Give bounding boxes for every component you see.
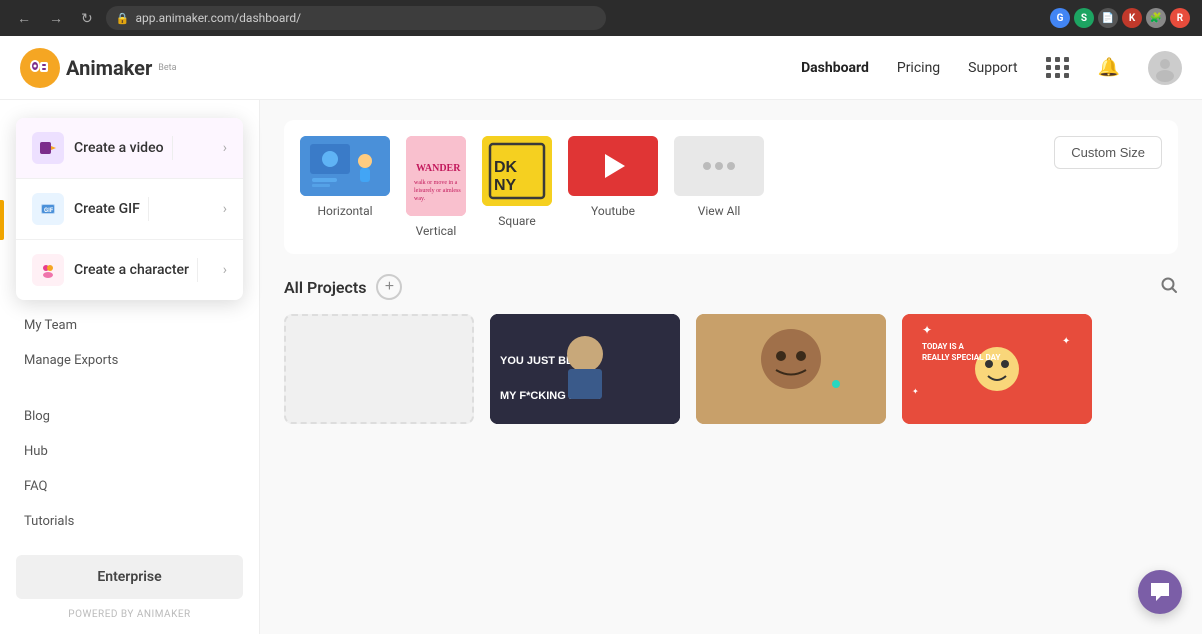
svg-text:REALLY SPECIAL DAY: REALLY SPECIAL DAY xyxy=(922,353,1000,362)
create-video-label: Create a video xyxy=(74,140,164,156)
create-character-label: Create a character xyxy=(74,262,189,278)
project-card-3[interactable]: ✦ ✦ ✦ TODAY IS A REALLY SPECIAL DAY xyxy=(902,314,1092,424)
templates-section: Horizontal WANDER walk or move in a leis… xyxy=(284,120,1178,254)
svg-text:WANDER: WANDER xyxy=(416,163,461,174)
dropdown-create-gif[interactable]: GIF Create GIF › xyxy=(16,179,243,240)
thumb-vertical: WANDER walk or move in a leisurely or ai… xyxy=(406,136,466,216)
logo-beta: Beta xyxy=(158,63,176,73)
projects-section: All Projects + xyxy=(284,274,1178,424)
create-character-arrow: › xyxy=(223,262,227,278)
browser-chrome: ← → ↻ 🔒 app.animaker.com/dashboard/ G S … xyxy=(0,0,1202,36)
custom-size-button[interactable]: Custom Size xyxy=(1054,136,1162,169)
template-square[interactable]: DK NY Square xyxy=(482,136,552,228)
svg-text:walk or move in a: walk or move in a xyxy=(414,180,458,186)
ext-puzzle: 🧩 xyxy=(1146,8,1166,28)
url-text: app.animaker.com/dashboard/ xyxy=(135,11,301,25)
sidebar: Create a video › GIF Create GIF xyxy=(0,100,260,634)
thumb-viewall xyxy=(674,136,764,196)
create-gif-label: Create GIF xyxy=(74,201,140,217)
template-vertical-label: Vertical xyxy=(416,224,457,238)
nav-pricing[interactable]: Pricing xyxy=(897,60,940,76)
svg-text:✦: ✦ xyxy=(1062,336,1070,347)
video-icon xyxy=(39,139,57,157)
navbar: Animaker Beta Dashboard Pricing Support … xyxy=(0,36,1202,100)
chat-bubble[interactable] xyxy=(1138,570,1182,614)
project-card-empty xyxy=(284,314,474,424)
template-vertical[interactable]: WANDER walk or move in a leisurely or ai… xyxy=(406,136,466,238)
template-square-label: Square xyxy=(498,214,535,228)
url-bar[interactable]: 🔒 app.animaker.com/dashboard/ xyxy=(106,6,606,30)
logo-icon xyxy=(20,48,60,88)
content-area: Create a video › GIF Create GIF xyxy=(0,100,1202,634)
svg-text:way.: way. xyxy=(414,196,426,202)
template-youtube-label: Youtube xyxy=(591,204,635,218)
thumb-horizontal xyxy=(300,136,390,196)
svg-text:TODAY IS A: TODAY IS A xyxy=(922,342,965,351)
template-horizontal-label: Horizontal xyxy=(317,204,372,218)
dropdown-create-character[interactable]: Create a character › xyxy=(16,240,243,300)
user-avatar[interactable] xyxy=(1148,51,1182,85)
template-horizontal[interactable]: Horizontal xyxy=(300,136,390,218)
search-icon[interactable] xyxy=(1160,276,1178,299)
template-youtube[interactable]: Youtube xyxy=(568,136,658,218)
svg-text:DK: DK xyxy=(494,159,518,176)
project-card-2[interactable] xyxy=(696,314,886,424)
nav-dashboard[interactable]: Dashboard xyxy=(801,60,869,76)
main-content: Create a video xyxy=(260,100,1202,634)
create-video-arrow: › xyxy=(223,140,227,156)
nav-support[interactable]: Support xyxy=(968,60,1017,76)
projects-header: All Projects + xyxy=(284,274,1178,300)
svg-text:NY: NY xyxy=(494,177,517,194)
logo-area[interactable]: Animaker Beta xyxy=(20,48,177,88)
svg-text:leisurely or aimless: leisurely or aimless xyxy=(414,188,461,194)
ext-r: R xyxy=(1170,8,1190,28)
ext-k: K xyxy=(1122,8,1142,28)
apps-grid-icon[interactable] xyxy=(1046,57,1070,78)
template-viewall-label: View All xyxy=(698,204,741,218)
logo-text: Animaker xyxy=(66,56,152,80)
sidebar-faq[interactable]: FAQ xyxy=(0,469,259,504)
projects-grid: YOU JUST BLEW MY F*CKING MIND! xyxy=(284,314,1178,424)
left-accent-bar xyxy=(0,200,4,240)
add-project-button[interactable]: + xyxy=(376,274,402,300)
dropdown-create-video[interactable]: Create a video › xyxy=(16,118,243,179)
gif-icon: GIF xyxy=(39,200,57,218)
svg-text:✦: ✦ xyxy=(912,387,919,396)
app-wrapper: Animaker Beta Dashboard Pricing Support … xyxy=(0,36,1202,634)
sidebar-my-team[interactable]: My Team xyxy=(0,308,259,343)
template-view-all[interactable]: View All xyxy=(674,136,764,218)
template-grid: Horizontal WANDER walk or move in a leis… xyxy=(300,136,1162,238)
sidebar-manage-exports[interactable]: Manage Exports xyxy=(0,343,259,378)
create-gif-arrow: › xyxy=(223,201,227,217)
svg-text:GIF: GIF xyxy=(44,207,54,214)
back-button[interactable]: ← xyxy=(12,8,36,28)
project-card-1[interactable]: YOU JUST BLEW MY F*CKING MIND! xyxy=(490,314,680,424)
thumb-square: DK NY xyxy=(482,136,552,206)
ext-s: S xyxy=(1074,8,1094,28)
powered-by: Powered By ANIMAKER xyxy=(0,605,259,624)
ext-doc: 📄 xyxy=(1098,8,1118,28)
sidebar-blog[interactable]: Blog xyxy=(0,399,259,434)
svg-text:✦: ✦ xyxy=(922,323,932,337)
sidebar-tutorials[interactable]: Tutorials xyxy=(0,504,259,539)
refresh-button[interactable]: ↻ xyxy=(76,8,98,29)
character-icon xyxy=(39,261,57,279)
youtube-play-icon xyxy=(605,154,625,178)
sidebar-dropdown: Create a video › GIF Create GIF xyxy=(16,118,243,300)
navbar-right: Dashboard Pricing Support 🔔 xyxy=(801,51,1182,85)
browser-extensions: G S 📄 K 🧩 R xyxy=(1050,8,1190,28)
sidebar-hub[interactable]: Hub xyxy=(0,434,259,469)
forward-button[interactable]: → xyxy=(44,8,68,28)
thumb-youtube xyxy=(568,136,658,196)
projects-title: All Projects xyxy=(284,278,366,297)
notification-bell[interactable]: 🔔 xyxy=(1098,57,1120,78)
enterprise-button[interactable]: Enterprise xyxy=(16,555,243,599)
ext-g: G xyxy=(1050,8,1070,28)
